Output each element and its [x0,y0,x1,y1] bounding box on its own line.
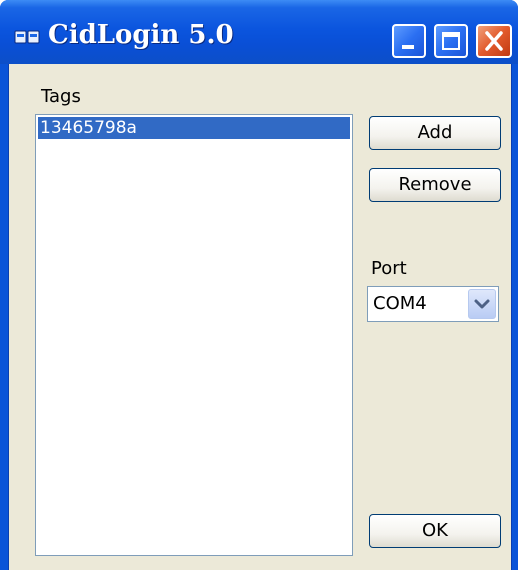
chevron-down-icon [474,299,490,309]
maximize-icon [442,32,460,50]
title-bar[interactable]: CidLogin 5.0 [0,0,518,64]
close-icon [485,31,503,51]
list-item[interactable]: 13465798a [38,117,350,139]
client-area: Tags 13465798a Add Remove Port COM4 OK [8,64,512,570]
port-select-value: COM4 [373,293,427,314]
tags-listbox[interactable]: 13465798a [35,114,353,556]
minimize-icon [402,45,414,49]
app-window: CidLogin 5.0 Tags 13465798a Add Remove P [0,0,518,570]
minimize-button[interactable] [392,24,426,58]
app-card-icon [14,28,40,46]
port-dropdown-button[interactable] [468,289,496,319]
ok-button[interactable]: OK [369,514,501,548]
port-label: Port [371,258,407,279]
remove-button[interactable]: Remove [369,168,501,202]
maximize-button[interactable] [434,24,468,58]
port-select[interactable]: COM4 [367,286,499,322]
tags-label: Tags [41,86,81,107]
window-title: CidLogin 5.0 [48,20,234,50]
add-button[interactable]: Add [369,116,501,150]
close-button[interactable] [476,24,512,58]
